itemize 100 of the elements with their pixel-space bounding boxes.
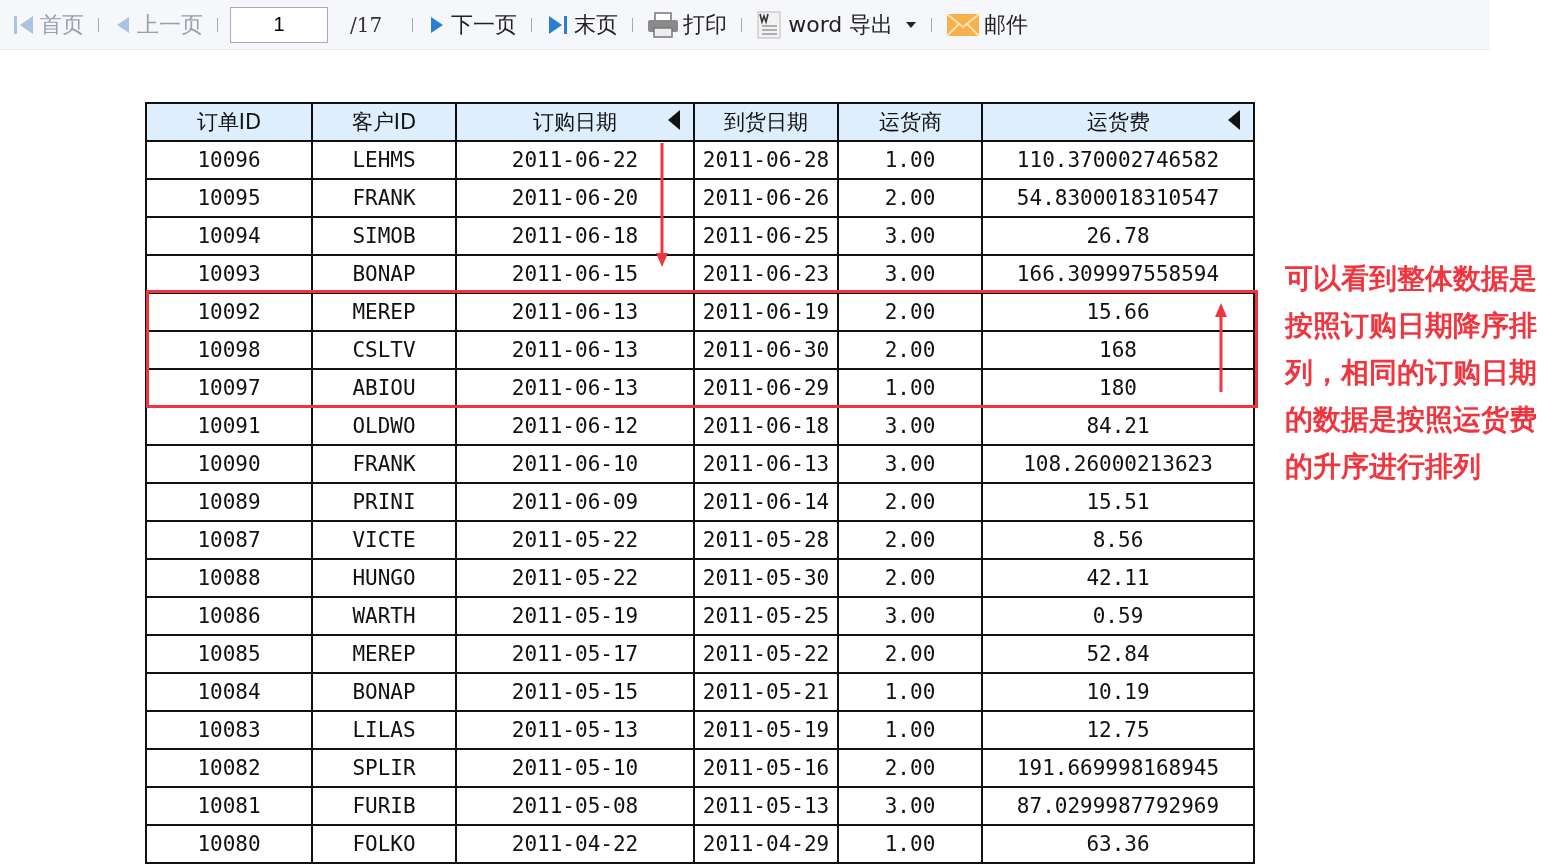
table-cell: 3.00 <box>838 597 982 635</box>
table-cell: 1.00 <box>838 825 982 863</box>
header-cell[interactable]: 订单ID <box>146 103 312 141</box>
table-cell: 2011-06-18 <box>694 407 838 445</box>
table-cell: 3.00 <box>838 787 982 825</box>
print-button[interactable]: 打印 <box>641 9 734 40</box>
table-cell: 8.56 <box>982 521 1254 559</box>
table-cell: 10082 <box>146 749 312 787</box>
next-page-button[interactable]: 下一页 <box>421 9 524 40</box>
page-number-field[interactable]: 1 <box>230 6 328 43</box>
table-cell: 2011-05-19 <box>456 597 694 635</box>
table-cell: 2011-06-22 <box>456 141 694 179</box>
table-cell: SPLIR <box>312 749 456 787</box>
page-total: /17 <box>350 12 383 37</box>
table-cell: 2011-06-13 <box>456 331 694 369</box>
header-cell[interactable]: 到货日期 <box>694 103 838 141</box>
table-cell: 10095 <box>146 179 312 217</box>
table-cell: 2.00 <box>838 293 982 331</box>
table-cell: 2.00 <box>838 331 982 369</box>
table-cell: 3.00 <box>838 217 982 255</box>
column-title: 订购日期 <box>533 110 617 134</box>
table-cell: SIMOB <box>312 217 456 255</box>
table-cell: 191.669998168945 <box>982 749 1254 787</box>
word-export-button[interactable]: word 导出 <box>750 9 924 40</box>
table-cell: 2011-06-28 <box>694 141 838 179</box>
header-cell[interactable]: 运货商 <box>838 103 982 141</box>
table-cell: 10.19 <box>982 673 1254 711</box>
header-cell[interactable]: 订购日期 <box>456 103 694 141</box>
column-title: 到货日期 <box>724 110 808 134</box>
table-cell: 63.36 <box>982 825 1254 863</box>
table-cell: 2011-04-22 <box>456 825 694 863</box>
table-cell: LILAS <box>312 711 456 749</box>
table-cell: 2011-05-16 <box>694 749 838 787</box>
table-cell: 10080 <box>146 825 312 863</box>
mail-button[interactable]: 邮件 <box>940 9 1035 40</box>
table-cell: HUNGO <box>312 559 456 597</box>
table-cell: 2011-04-29 <box>694 825 838 863</box>
table-cell: 2.00 <box>838 559 982 597</box>
table-cell: 54.8300018310547 <box>982 179 1254 217</box>
table-cell: 10081 <box>146 787 312 825</box>
table-cell: 2011-06-20 <box>456 179 694 217</box>
table-cell: 10094 <box>146 217 312 255</box>
table-cell: 2.00 <box>838 483 982 521</box>
table-cell: 2.00 <box>838 521 982 559</box>
table-cell: 2011-05-13 <box>456 711 694 749</box>
table-cell: 2.00 <box>838 749 982 787</box>
left-triangle-icon[interactable] <box>1227 109 1241 131</box>
table-cell: 0.59 <box>982 597 1254 635</box>
table-cell: PRINI <box>312 483 456 521</box>
envelope-icon <box>946 11 981 38</box>
table-cell: 84.21 <box>982 407 1254 445</box>
table-cell: 12.75 <box>982 711 1254 749</box>
table-cell: FRANK <box>312 445 456 483</box>
table-cell: 2011-05-15 <box>456 673 694 711</box>
table-cell: VICTE <box>312 521 456 559</box>
table-cell: 52.84 <box>982 635 1254 673</box>
printer-icon <box>647 10 680 39</box>
table-cell: 10083 <box>146 711 312 749</box>
table-cell: 87.0299987792969 <box>982 787 1254 825</box>
table-cell: 2011-05-28 <box>694 521 838 559</box>
table-cell: 10087 <box>146 521 312 559</box>
table-cell: CSLTV <box>312 331 456 369</box>
table-cell: 2011-06-13 <box>694 445 838 483</box>
table-cell: BONAP <box>312 255 456 293</box>
table-cell: 10090 <box>146 445 312 483</box>
table-cell: 10098 <box>146 331 312 369</box>
column-title: 订单ID <box>196 110 262 134</box>
table-cell: MEREP <box>312 635 456 673</box>
table-cell: 2011-05-21 <box>694 673 838 711</box>
table-cell: 3.00 <box>838 445 982 483</box>
table-cell: 110.370002746582 <box>982 141 1254 179</box>
table-cell: FURIB <box>312 787 456 825</box>
table-cell: 2011-05-17 <box>456 635 694 673</box>
table-cell: 2011-06-10 <box>456 445 694 483</box>
table-cell: 2011-06-19 <box>694 293 838 331</box>
last-page-button[interactable]: 末页 <box>540 9 625 40</box>
table-cell: 2011-05-25 <box>694 597 838 635</box>
table-cell: 10084 <box>146 673 312 711</box>
table-cell: 2011-06-25 <box>694 217 838 255</box>
table-cell: 10097 <box>146 369 312 407</box>
table-cell: 2011-05-19 <box>694 711 838 749</box>
table-cell: 2011-06-13 <box>456 293 694 331</box>
table-cell: 10089 <box>146 483 312 521</box>
table-cell: FRANK <box>312 179 456 217</box>
table-cell: 2011-06-09 <box>456 483 694 521</box>
header-cell[interactable]: 客户ID <box>312 103 456 141</box>
table-cell: 10093 <box>146 255 312 293</box>
table-cell: 1.00 <box>838 711 982 749</box>
header-cell[interactable]: 运货费 <box>982 103 1254 141</box>
table-cell: 2011-06-23 <box>694 255 838 293</box>
table-cell: 10092 <box>146 293 312 331</box>
table-cell: MEREP <box>312 293 456 331</box>
table-cell: 10096 <box>146 141 312 179</box>
caret-icon <box>905 20 918 29</box>
table-cell: 1.00 <box>838 673 982 711</box>
table-cell: 2011-06-12 <box>456 407 694 445</box>
table-cell: 2011-06-18 <box>456 217 694 255</box>
table-cell: 2011-05-13 <box>694 787 838 825</box>
table-cell: 108.26000213623 <box>982 445 1254 483</box>
left-triangle-icon[interactable] <box>667 109 681 131</box>
